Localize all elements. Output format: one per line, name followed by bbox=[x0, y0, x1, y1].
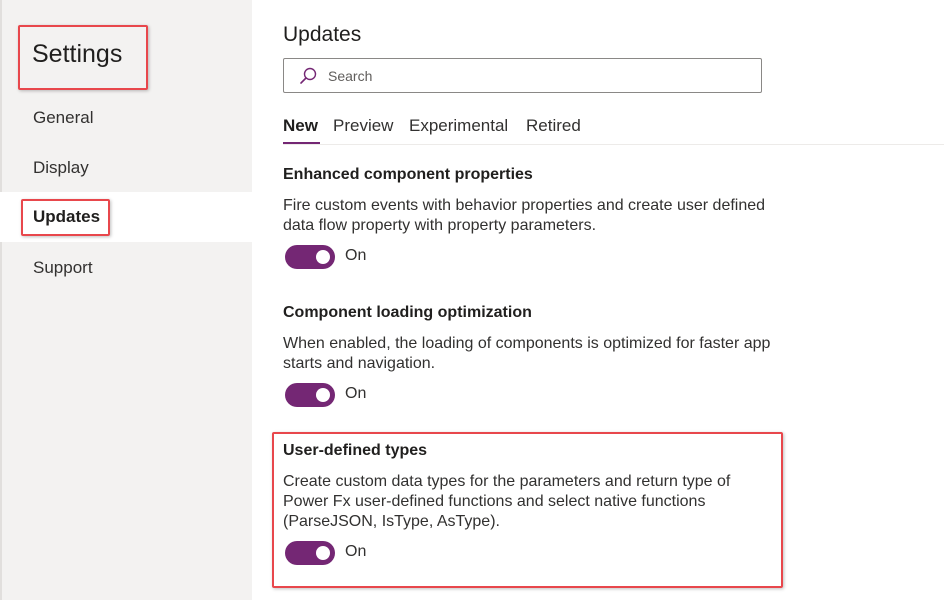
setting-title: Enhanced component properties bbox=[283, 166, 533, 183]
toggle-row: On bbox=[283, 382, 783, 408]
setting-description: Fire custom events with behavior propert… bbox=[283, 197, 766, 234]
page-title: Updates bbox=[283, 23, 362, 46]
search-icon bbox=[298, 66, 318, 86]
setting-enhanced-component-properties: Enhanced component properties Fire custo… bbox=[283, 166, 783, 270]
sidebar-item-display[interactable]: Display bbox=[0, 143, 252, 193]
tab-experimental[interactable]: Experimental bbox=[409, 116, 508, 136]
toggle-knob bbox=[316, 388, 330, 402]
highlight-box-updates bbox=[21, 199, 110, 236]
tab-new[interactable]: New bbox=[283, 116, 318, 136]
enhanced-component-properties-toggle[interactable] bbox=[285, 245, 335, 269]
tab-preview[interactable]: Preview bbox=[333, 116, 393, 136]
setting-component-loading-optimization: Component loading optimization When enab… bbox=[283, 304, 783, 408]
highlight-box-user-defined-types bbox=[272, 432, 783, 588]
toggle-row: On bbox=[283, 244, 783, 270]
tabs-divider bbox=[283, 144, 944, 145]
highlight-box-settings bbox=[18, 25, 148, 90]
settings-sidebar: Settings General Display Updates Support bbox=[0, 0, 252, 600]
setting-description: When enabled, the loading of components … bbox=[283, 335, 771, 372]
sidebar-item-support[interactable]: Support bbox=[0, 243, 252, 293]
setting-title: Component loading optimization bbox=[283, 304, 532, 321]
search-input[interactable] bbox=[328, 59, 748, 92]
component-loading-optimization-toggle[interactable] bbox=[285, 383, 335, 407]
toggle-state-label: On bbox=[345, 385, 367, 402]
tab-retired[interactable]: Retired bbox=[526, 116, 581, 136]
toggle-state-label: On bbox=[345, 247, 367, 264]
toggle-knob bbox=[316, 250, 330, 264]
search-box[interactable] bbox=[283, 58, 762, 93]
sidebar-edge bbox=[0, 0, 2, 600]
sidebar-item-general[interactable]: General bbox=[0, 93, 252, 143]
